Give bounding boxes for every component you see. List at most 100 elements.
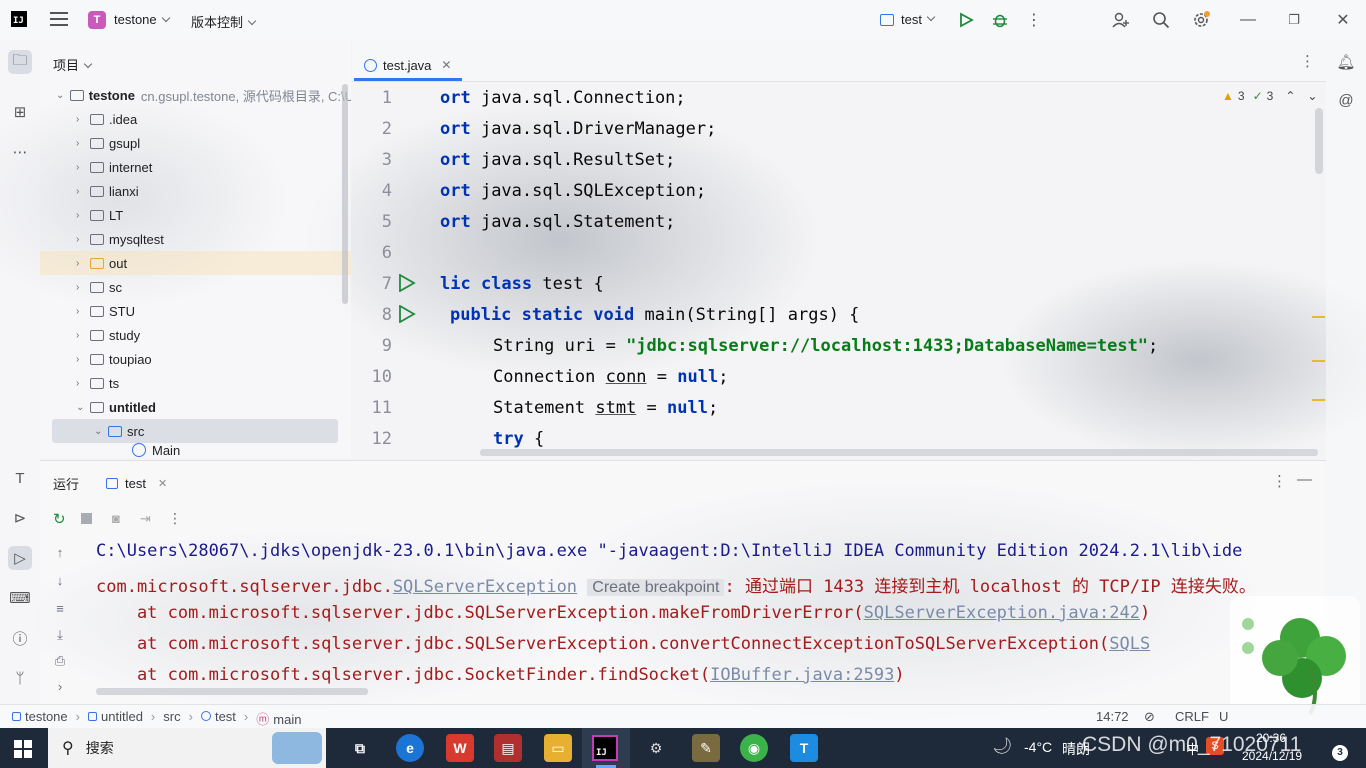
- tree-item[interactable]: › toupiao: [40, 347, 351, 371]
- soft-wrap-button[interactable]: ≡: [52, 601, 68, 616]
- run-gutter-icon[interactable]: [398, 274, 416, 292]
- tools-app-button[interactable]: ✎: [692, 734, 720, 762]
- expand-button[interactable]: ›: [52, 679, 68, 694]
- breadcrumb-item[interactable]: test: [200, 709, 236, 728]
- breadcrumb-item[interactable]: testone: [12, 709, 68, 728]
- warning-stripe[interactable]: [1312, 399, 1325, 401]
- wechat-button[interactable]: ◉: [740, 734, 768, 762]
- search-button[interactable]: [1151, 10, 1171, 30]
- maximize-button[interactable]: ❐: [1284, 10, 1304, 30]
- exit-button[interactable]: ⇥: [140, 511, 151, 527]
- run-tool-button[interactable]: ▷: [8, 546, 32, 570]
- weather-temp[interactable]: -4°C: [1024, 739, 1052, 755]
- editor-horizontal-scrollbar[interactable]: [480, 449, 1318, 456]
- rerun-button[interactable]: ↻: [53, 510, 66, 528]
- line-separator[interactable]: CRLF: [1175, 709, 1209, 724]
- project-switcher[interactable]: testone: [114, 12, 170, 27]
- intellij-taskbar-button[interactable]: IJ: [582, 728, 630, 768]
- stack-frame-link[interactable]: IOBuffer.java:2593: [710, 665, 894, 685]
- terminal-tool-button[interactable]: ⌨: [8, 586, 32, 610]
- tencent-meeting-button[interactable]: T: [790, 734, 818, 762]
- warning-stripe[interactable]: [1312, 316, 1325, 318]
- tree-item[interactable]: › gsupl: [40, 131, 351, 155]
- close-tab-icon[interactable]: ✕: [441, 58, 451, 72]
- exception-link[interactable]: SQLServerException: [393, 577, 577, 597]
- ai-assistant-button[interactable]: @: [1334, 88, 1358, 112]
- run-config-selector[interactable]: test: [880, 12, 936, 27]
- more-tools-button[interactable]: ⋯: [8, 140, 32, 164]
- tree-item[interactable]: › LT: [40, 203, 351, 227]
- tree-item-out[interactable]: › out: [40, 251, 351, 275]
- editor-vertical-scrollbar[interactable]: [1315, 108, 1323, 174]
- console-output[interactable]: C:\Users\28067\.jdks\openjdk-23.0.1\bin\…: [96, 535, 1326, 695]
- taskbar-search[interactable]: ⚲ 搜索: [48, 728, 326, 768]
- structure-tool-button[interactable]: ⊞: [8, 100, 32, 124]
- screenshot-button[interactable]: ◙: [112, 511, 120, 526]
- tree-root[interactable]: ⌄ testone cn.gsupl.testone, 源代码根目录, C:\U: [40, 83, 351, 107]
- notifications-button[interactable]: 🔔︎: [1334, 50, 1358, 74]
- debug-tool-button[interactable]: ⊳: [8, 506, 32, 530]
- tree-item[interactable]: › ts: [40, 371, 351, 395]
- file-explorer-button[interactable]: ▭: [544, 734, 572, 762]
- scroll-to-end-button[interactable]: ⤓: [52, 627, 68, 643]
- main-menu-icon[interactable]: [50, 12, 68, 26]
- run-gutter-icon[interactable]: [398, 305, 416, 323]
- problems-tool-button[interactable]: ⓘ: [8, 626, 32, 650]
- vcs-menu[interactable]: 版本控制: [191, 12, 257, 31]
- minimize-button[interactable]: —: [1238, 10, 1258, 30]
- build-tool-button[interactable]: T: [8, 466, 32, 490]
- git-tool-button[interactable]: ᛘ: [8, 666, 32, 690]
- scroll-down-button[interactable]: ↓: [52, 573, 68, 588]
- ai-status-icon[interactable]: ⊘: [1144, 709, 1155, 725]
- breadcrumb-item[interactable]: untitled: [88, 709, 143, 728]
- tree-item-main[interactable]: Main: [40, 443, 351, 458]
- debug-button[interactable]: [990, 10, 1010, 30]
- print-button[interactable]: ⎙: [52, 653, 68, 669]
- add-user-button[interactable]: [1111, 10, 1131, 30]
- start-button[interactable]: [14, 740, 32, 758]
- tree-item[interactable]: › lianxi: [40, 179, 351, 203]
- task-view-button[interactable]: ⧉: [346, 734, 374, 762]
- file-encoding[interactable]: U: [1219, 709, 1228, 724]
- tree-item[interactable]: › sc: [40, 275, 351, 299]
- chevron-down-icon[interactable]: ⌄: [1307, 89, 1317, 103]
- stop-button[interactable]: [81, 513, 92, 524]
- create-breakpoint-chip[interactable]: Create breakpoint: [587, 579, 725, 596]
- close-window-button[interactable]: ✕: [1333, 10, 1353, 30]
- stack-frame-link[interactable]: SQLS: [1109, 634, 1150, 654]
- notification-badge[interactable]: 3: [1332, 745, 1348, 761]
- settings-button[interactable]: [1191, 10, 1211, 30]
- tree-scrollbar[interactable]: [342, 84, 348, 304]
- more-run-actions-button[interactable]: ⋮: [168, 510, 182, 527]
- toolbox-button[interactable]: ▤: [494, 734, 522, 762]
- caret-position[interactable]: 14:72: [1096, 709, 1129, 724]
- wps-button[interactable]: W: [446, 734, 474, 762]
- stack-frame-link[interactable]: SQLServerException.java:242: [864, 603, 1140, 623]
- warning-stripe[interactable]: [1312, 360, 1325, 362]
- run-button[interactable]: [956, 10, 976, 30]
- code-editor[interactable]: ort java.sql.Connection; ort java.sql.Dr…: [440, 82, 1310, 458]
- tree-item[interactable]: › study: [40, 323, 351, 347]
- breadcrumb-item[interactable]: ⓜ main: [256, 709, 301, 728]
- close-tab-icon[interactable]: ✕: [158, 477, 167, 490]
- scroll-up-button[interactable]: ↑: [52, 545, 68, 560]
- edge-button[interactable]: e: [396, 734, 424, 762]
- project-badge[interactable]: T: [88, 11, 106, 29]
- breadcrumb-item[interactable]: src: [163, 709, 180, 728]
- project-tool-button[interactable]: 🗀: [8, 50, 32, 74]
- inspection-widget[interactable]: ▲ 3 ✓ 3 ⌃ ⌄: [1222, 88, 1322, 104]
- chevron-up-icon[interactable]: ⌃: [1285, 89, 1295, 103]
- settings-app-button[interactable]: ⚙: [642, 734, 670, 762]
- run-panel-options-button[interactable]: ⋮: [1272, 472, 1287, 490]
- tree-item[interactable]: › internet: [40, 155, 351, 179]
- run-tab-test[interactable]: test ✕: [106, 472, 167, 494]
- console-horizontal-scrollbar[interactable]: [96, 688, 368, 695]
- tree-item[interactable]: › STU: [40, 299, 351, 323]
- editor-tab-menu-button[interactable]: ⋮: [1300, 52, 1315, 70]
- tab-test-java[interactable]: test.java ✕: [364, 50, 451, 80]
- tree-item-src[interactable]: ⌄ src: [52, 419, 338, 443]
- tree-item[interactable]: › mysqltest: [40, 227, 351, 251]
- tree-item[interactable]: › .idea: [40, 107, 351, 131]
- hide-panel-button[interactable]: —: [1297, 471, 1312, 488]
- tree-item-untitled[interactable]: ⌄ untitled: [40, 395, 351, 419]
